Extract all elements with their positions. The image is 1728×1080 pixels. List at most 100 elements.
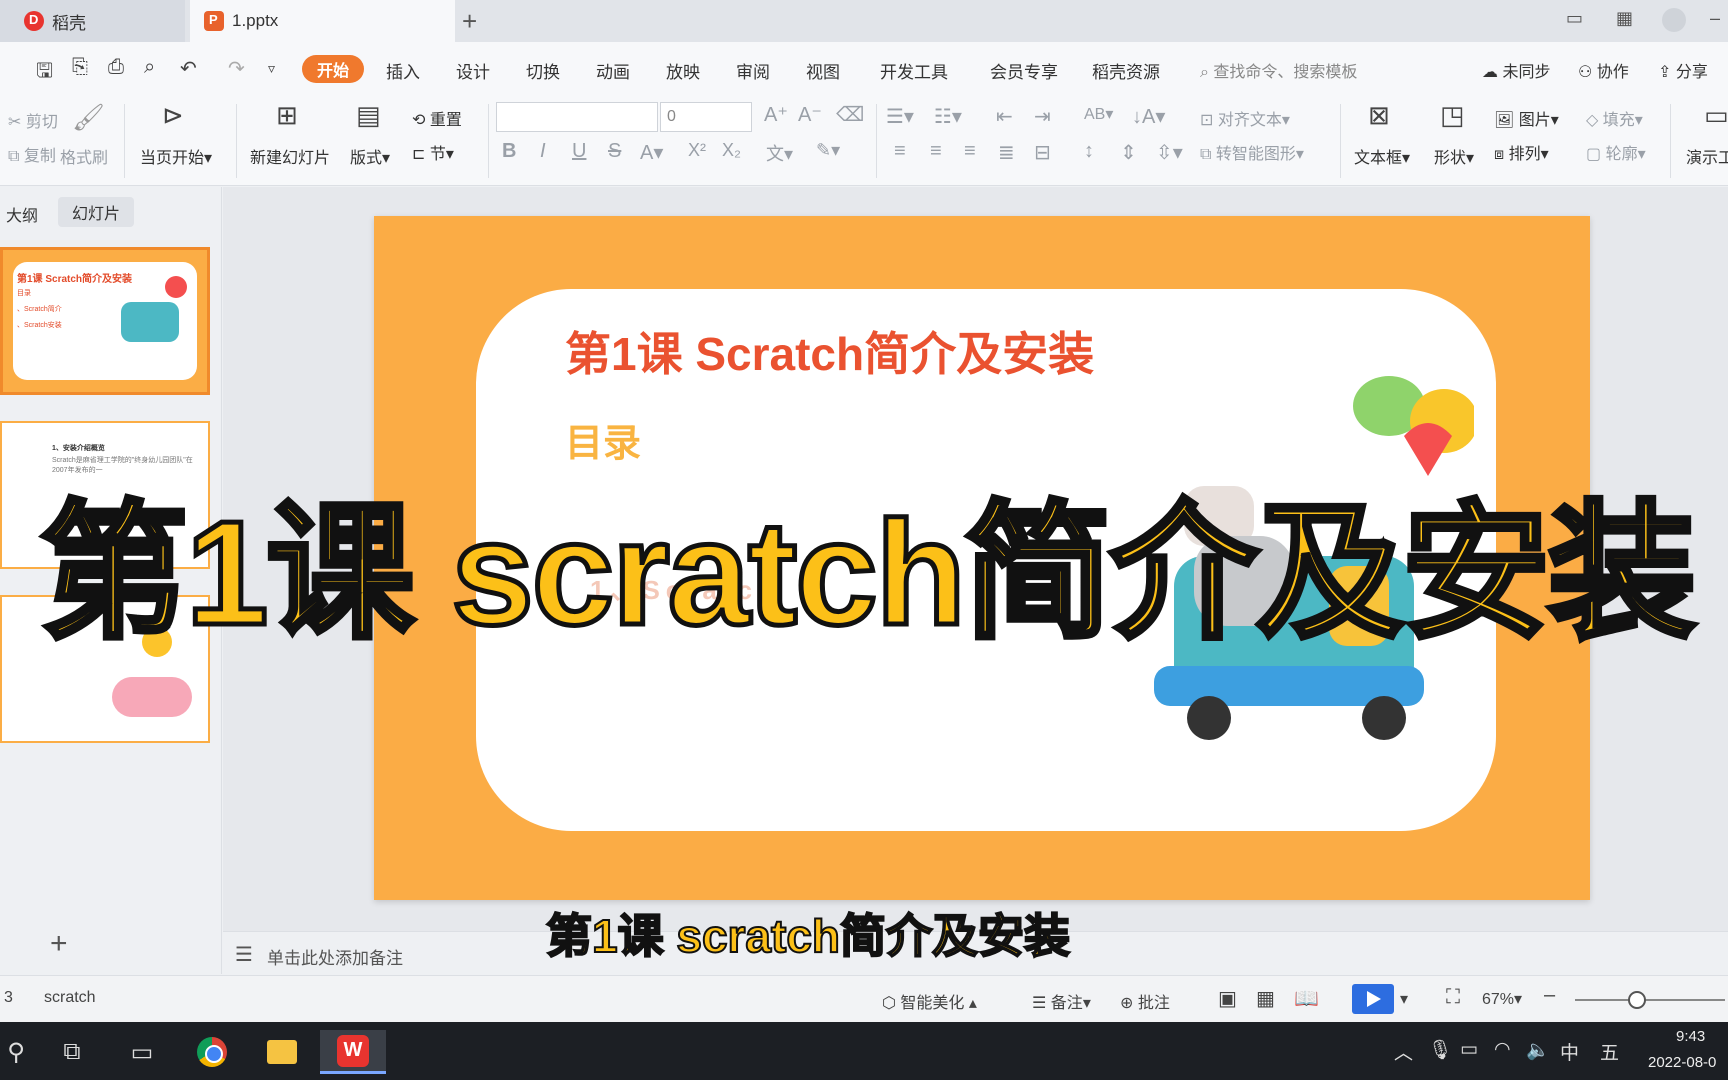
- user-avatar[interactable]: [1662, 8, 1686, 32]
- bullet-list-icon[interactable]: ☰▾: [886, 104, 914, 129]
- file-explorer-taskbar-button[interactable]: [254, 1030, 310, 1074]
- font-color-icon[interactable]: A▾: [640, 140, 663, 165]
- font-size-select[interactable]: 0: [660, 102, 752, 132]
- menu-view[interactable]: 视图: [806, 58, 840, 83]
- italic-icon[interactable]: I: [540, 140, 546, 163]
- apps-grid-icon[interactable]: ▦: [1616, 8, 1633, 29]
- subscript-icon[interactable]: X₂: [722, 140, 741, 161]
- zoom-slider-track[interactable]: [1575, 999, 1725, 1001]
- play-from-current-button[interactable]: 当页开始▾: [140, 144, 212, 168]
- smart-beautify-button[interactable]: ⬡ 智能美化 ▴: [882, 989, 977, 1013]
- decrease-font-icon[interactable]: A⁻: [798, 102, 822, 127]
- menu-start[interactable]: 开始: [302, 55, 364, 83]
- print-icon[interactable]: ⎙: [108, 56, 124, 79]
- fit-window-icon[interactable]: ⛶: [1446, 986, 1460, 1009]
- tab-slides[interactable]: 幻灯片: [58, 197, 134, 227]
- share-button[interactable]: ⇪ 分享: [1658, 58, 1708, 82]
- play-options-icon[interactable]: ▾: [1400, 989, 1408, 1009]
- zoom-slider-knob[interactable]: [1628, 991, 1646, 1009]
- numbered-list-icon[interactable]: ☷▾: [934, 104, 962, 129]
- highlight-icon[interactable]: ✎▾: [816, 140, 840, 161]
- menu-insert[interactable]: 插入: [386, 58, 420, 83]
- print-preview-icon[interactable]: ⌕: [144, 56, 155, 79]
- section-button[interactable]: ⊏ 节▾: [412, 140, 454, 164]
- save-icon[interactable]: 🖫: [36, 56, 53, 90]
- textbox-button[interactable]: 文本框▾: [1354, 144, 1410, 168]
- show-hidden-icons-icon[interactable]: ︿: [1394, 1038, 1413, 1065]
- bold-icon[interactable]: B: [502, 140, 516, 163]
- new-tab-icon[interactable]: +: [462, 6, 477, 37]
- menu-docer-resources[interactable]: 稻壳资源: [1092, 58, 1160, 83]
- layout-button[interactable]: 版式▾: [350, 144, 390, 168]
- distribute-icon[interactable]: ⊟: [1034, 140, 1051, 165]
- tab-outline[interactable]: 大纲: [6, 202, 38, 226]
- outline-button[interactable]: ▢ 轮廓▾: [1586, 140, 1646, 164]
- wps-taskbar-button[interactable]: W: [320, 1030, 386, 1074]
- new-slide-button[interactable]: 新建幻灯片: [250, 144, 330, 168]
- align-right-icon[interactable]: ≡: [964, 140, 976, 163]
- minimize-icon[interactable]: –: [1710, 8, 1720, 29]
- line-spacing-icon[interactable]: ↕: [1084, 140, 1094, 163]
- menu-animation[interactable]: 动画: [596, 58, 630, 83]
- comments-button[interactable]: ⊕ 批注: [1120, 989, 1170, 1013]
- align-text-button[interactable]: ⊡ 对齐文本▾: [1200, 106, 1290, 130]
- justify-icon[interactable]: ≣: [998, 140, 1015, 165]
- columns-icon[interactable]: ⇳▾: [1156, 140, 1183, 165]
- menu-design[interactable]: 设计: [456, 58, 490, 83]
- slide-thumbnail-1[interactable]: 第1课 Scratch简介及安装 目录 、Scratch简介 、Scratch安…: [0, 247, 210, 395]
- slide-sorter-icon[interactable]: ▦: [1256, 986, 1275, 1011]
- decrease-indent-icon[interactable]: ⇤: [996, 104, 1013, 129]
- copy-button[interactable]: ⧉ 复制: [8, 142, 56, 166]
- reading-view-icon[interactable]: 📖: [1294, 986, 1319, 1011]
- play-slideshow-button[interactable]: [1352, 984, 1394, 1014]
- arrange-button[interactable]: ⧈ 排列▾: [1494, 140, 1549, 164]
- menu-transition[interactable]: 切换: [526, 58, 560, 83]
- tab-document[interactable]: 1.pptx: [190, 0, 455, 42]
- sort-icon[interactable]: ↓A▾: [1132, 104, 1165, 129]
- align-center-icon[interactable]: ≡: [930, 140, 942, 163]
- task-view-icon[interactable]: ⧉: [44, 1030, 100, 1074]
- ime-mode[interactable]: 五: [1600, 1038, 1619, 1065]
- cut-button[interactable]: ✂ 剪切: [8, 108, 58, 132]
- zoom-out-icon[interactable]: –: [1544, 984, 1555, 1007]
- battery-icon[interactable]: ▭: [1460, 1038, 1478, 1061]
- clock-time[interactable]: 9:43: [1676, 1028, 1705, 1045]
- font-name-select[interactable]: [496, 102, 658, 132]
- menu-slideshow[interactable]: 放映: [666, 58, 700, 83]
- chrome-taskbar-button[interactable]: [184, 1030, 240, 1074]
- zoom-level[interactable]: 67%▾: [1482, 989, 1522, 1009]
- terminal-icon[interactable]: ▭: [114, 1030, 170, 1074]
- superscript-icon[interactable]: X²: [688, 140, 706, 161]
- normal-view-icon[interactable]: ▣: [1218, 986, 1237, 1011]
- collaborate-button[interactable]: ⚇ 协作: [1578, 58, 1629, 82]
- align-left-icon[interactable]: ≡: [894, 140, 906, 163]
- presentation-tool-button[interactable]: 演示工: [1686, 144, 1728, 168]
- fill-button[interactable]: ◇ 填充▾: [1586, 106, 1643, 130]
- text-direction-icon[interactable]: AB▾: [1084, 104, 1113, 124]
- paragraph-spacing-icon[interactable]: ⇕: [1120, 140, 1137, 165]
- redo-icon[interactable]: ↷: [228, 56, 245, 81]
- shape-button[interactable]: 形状▾: [1434, 144, 1474, 168]
- window-layout-icon[interactable]: ▭: [1566, 8, 1583, 29]
- customize-toolbar-icon[interactable]: ▿: [268, 60, 275, 77]
- volume-icon[interactable]: 🔈: [1526, 1038, 1550, 1062]
- slide-title[interactable]: 第1课 Scratch简介及安装: [565, 318, 1094, 384]
- microphone-icon[interactable]: 🎙: [1428, 1038, 1452, 1062]
- sync-status[interactable]: ☁ 未同步: [1482, 58, 1550, 82]
- ime-language[interactable]: 中: [1560, 1038, 1579, 1065]
- picture-button[interactable]: 🖼 图片▾: [1494, 106, 1559, 130]
- tab-daoke[interactable]: 稻壳: [0, 0, 185, 42]
- clear-format-icon[interactable]: ⌫: [836, 102, 864, 127]
- clock-date[interactable]: 2022-08-0: [1648, 1054, 1716, 1071]
- menu-review[interactable]: 审阅: [736, 58, 770, 83]
- smart-shape-button[interactable]: ⧉ 转智能图形▾: [1200, 140, 1304, 164]
- increase-indent-icon[interactable]: ⇥: [1034, 104, 1051, 129]
- command-search[interactable]: ⌕ 查找命令、搜索模板: [1200, 58, 1357, 82]
- underline-icon[interactable]: U: [572, 140, 586, 163]
- reset-button[interactable]: ⟲ 重置: [412, 106, 462, 130]
- undo-icon[interactable]: ↶: [180, 56, 197, 81]
- export-icon[interactable]: ⎘: [72, 56, 88, 79]
- add-slide-icon[interactable]: +: [50, 927, 68, 961]
- menu-member[interactable]: 会员专享: [990, 58, 1058, 83]
- format-painter-button[interactable]: 格式刷: [60, 144, 108, 168]
